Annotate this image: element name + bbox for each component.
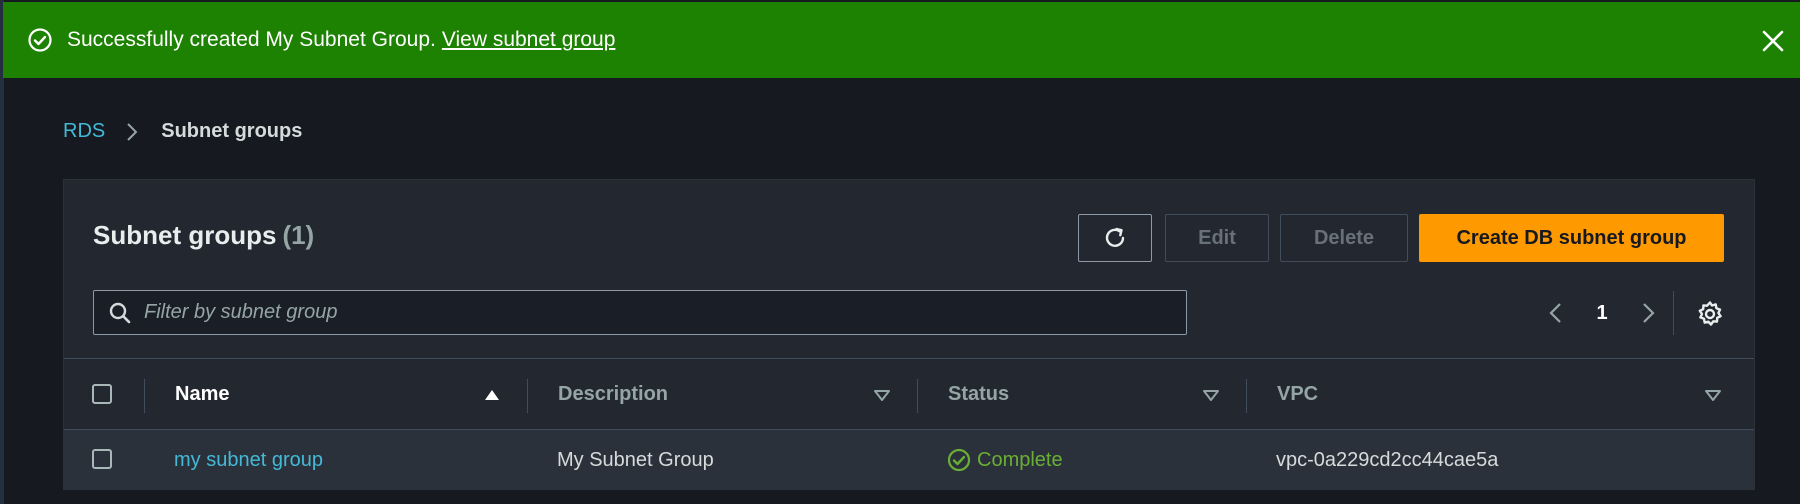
next-page-icon[interactable]	[1634, 300, 1660, 326]
select-all-checkbox[interactable]	[92, 384, 112, 404]
subnet-groups-panel: Subnet groups (1) Edit Delete Create DB s…	[63, 179, 1755, 490]
vpc-id: vpc-0a229cd2cc44cae5a	[1276, 448, 1499, 471]
check-circle-icon	[27, 27, 53, 53]
previous-page-icon[interactable]	[1544, 300, 1570, 326]
success-flash-banner: Successfully created My Subnet Group. Vi…	[3, 2, 1800, 78]
gear-icon[interactable]	[1696, 300, 1724, 328]
panel-header: Subnet groups (1) Edit Delete Create DB s…	[64, 180, 1754, 358]
chevron-right-icon	[121, 121, 143, 143]
sort-ascending-icon[interactable]	[482, 385, 502, 405]
delete-button[interactable]: Delete	[1280, 214, 1408, 262]
pagination: 1	[1544, 291, 1660, 335]
column-header-status[interactable]: Status	[948, 359, 1009, 429]
refresh-icon	[1102, 225, 1128, 251]
column-header-description[interactable]: Description	[558, 359, 668, 429]
page-title: Subnet groups (1)	[93, 220, 314, 251]
view-subnet-group-link[interactable]: View subnet group	[442, 28, 616, 52]
filter-search-box	[93, 290, 1187, 335]
sort-caret-icon[interactable]	[1201, 385, 1221, 405]
subnet-group-name-link[interactable]: my subnet group	[174, 430, 323, 490]
row-checkbox[interactable]	[92, 449, 112, 469]
create-db-subnet-group-button[interactable]: Create DB subnet group	[1419, 214, 1724, 262]
edit-button[interactable]: Edit	[1165, 214, 1269, 262]
close-icon[interactable]	[1760, 28, 1786, 54]
title-count: (1)	[282, 220, 315, 250]
column-divider	[1246, 379, 1247, 413]
table-header: Name Description Status VPC	[64, 358, 1754, 430]
column-header-name[interactable]: Name	[175, 359, 229, 429]
breadcrumb: RDS Subnet groups	[63, 120, 302, 143]
status-success-icon	[947, 448, 971, 472]
filter-input[interactable]	[132, 291, 1186, 334]
search-icon	[108, 301, 132, 325]
column-divider	[917, 379, 918, 413]
column-header-vpc[interactable]: VPC	[1277, 359, 1318, 429]
sort-caret-icon[interactable]	[1703, 385, 1723, 405]
current-page-number[interactable]: 1	[1570, 302, 1634, 325]
breadcrumb-rds-link[interactable]: RDS	[63, 120, 105, 143]
flash-message: Successfully created My Subnet Group.	[67, 28, 436, 51]
column-divider	[527, 379, 528, 413]
refresh-button[interactable]	[1078, 214, 1152, 262]
column-divider	[144, 379, 145, 413]
sort-caret-icon[interactable]	[872, 385, 892, 405]
pagination-divider	[1673, 291, 1674, 335]
status-cell: Complete	[947, 430, 1063, 490]
status-text: Complete	[977, 448, 1063, 471]
subnet-group-description: My Subnet Group	[557, 448, 714, 471]
table-row: my subnet group My Subnet Group Complete…	[64, 430, 1754, 490]
breadcrumb-current: Subnet groups	[161, 120, 303, 142]
title-text: Subnet groups	[93, 220, 277, 250]
